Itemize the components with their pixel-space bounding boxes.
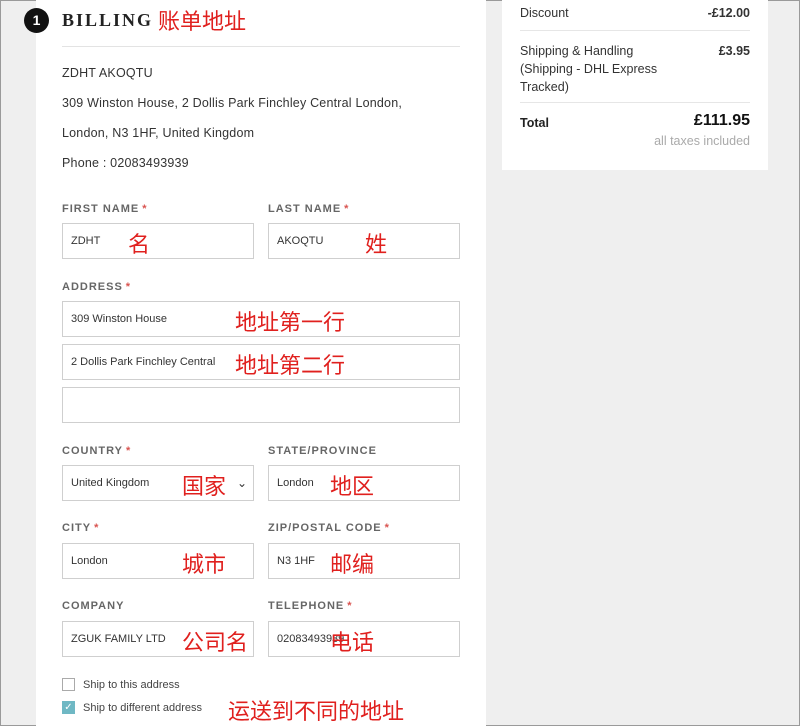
shipping-value: £3.95 — [718, 44, 750, 58]
city-annotation: 城市 — [182, 553, 227, 578]
address-label: ADDRESS * — [62, 281, 132, 293]
summary-divider — [520, 30, 750, 31]
last-name-annotation: 姓 — [365, 233, 388, 258]
shipping-label-line-3: Tracked) — [520, 80, 569, 94]
country-annotation: 国家 — [182, 475, 227, 500]
total-value: £111.95 — [693, 112, 750, 129]
telephone-label: TELEPHONE * — [268, 600, 353, 612]
ship-to-this-address-label: Ship to this address — [83, 678, 180, 691]
first-name-input[interactable]: ZDHT — [62, 223, 254, 259]
address-line-2: London, N3 1HF, United Kingdom — [62, 126, 255, 140]
first-name-value: ZDHT — [71, 235, 101, 247]
billing-divider — [62, 46, 460, 47]
address-line-2-value: 2 Dollis Park Finchley Central — [71, 356, 216, 368]
address-line-1-annotation: 地址第一行 — [235, 311, 346, 336]
company-value: ZGUK FAMILY LTD — [71, 633, 166, 645]
ship-to-different-address-option[interactable]: ✓ Ship to different address — [62, 701, 202, 714]
tax-note: all taxes included — [654, 134, 750, 148]
zip-value: N3 1HF — [277, 555, 315, 567]
city-value: London — [71, 555, 108, 567]
company-label: COMPANY — [62, 600, 125, 612]
discount-label: Discount — [520, 6, 569, 20]
shipping-label-line-2: (Shipping - DHL Express — [520, 62, 658, 76]
city-label: CITY * — [62, 522, 100, 534]
zip-annotation: 邮编 — [330, 553, 375, 578]
address-phone: Phone : 02083493939 — [62, 156, 189, 170]
billing-title-annotation: 账单地址 — [158, 10, 247, 35]
step-number-badge: 1 — [24, 8, 49, 33]
address-line-1: 309 Winston House, 2 Dollis Park Finchle… — [62, 96, 403, 110]
first-name-annotation: 名 — [128, 233, 151, 258]
ship-to-this-address-checkbox[interactable] — [62, 678, 75, 691]
ship-to-this-address-option[interactable]: Ship to this address — [62, 678, 180, 691]
last-name-label: LAST NAME * — [268, 203, 350, 215]
discount-value: -£12.00 — [707, 6, 750, 20]
billing-title: BILLING — [62, 10, 154, 30]
state-label: STATE/PROVINCE — [268, 445, 377, 457]
discount-row: Discount -£12.00 — [520, 6, 750, 20]
state-value: London — [277, 477, 314, 489]
country-value: United Kingdom — [71, 477, 150, 489]
telephone-annotation: 电话 — [330, 631, 375, 656]
first-name-label: FIRST NAME * — [62, 203, 148, 215]
ship-to-different-address-label: Ship to different address — [83, 701, 203, 714]
address-name: ZDHT AKOQTU — [62, 66, 153, 80]
zip-label: ZIP/POSTAL CODE * — [268, 522, 390, 534]
chevron-down-icon: ⌄ — [236, 476, 247, 490]
country-label: COUNTRY * — [62, 445, 132, 457]
ship-to-different-address-checkbox[interactable]: ✓ — [62, 701, 75, 714]
ship-different-annotation: 运送到不同的地址 — [228, 700, 405, 725]
last-name-input[interactable]: AKOQTU — [268, 223, 460, 259]
address-line-1-value: 309 Winston House — [71, 313, 167, 325]
summary-divider — [520, 102, 750, 103]
shipping-label-line-1: Shipping & Handling — [520, 44, 634, 58]
check-icon: ✓ — [64, 701, 73, 713]
address-line-3-input[interactable] — [62, 387, 460, 423]
address-line-2-annotation: 地址第二行 — [235, 354, 346, 379]
last-name-value: AKOQTU — [277, 235, 324, 247]
shipping-row: Shipping & Handling (Shipping - DHL Expr… — [520, 42, 750, 96]
company-annotation: 公司名 — [182, 631, 249, 656]
state-annotation: 地区 — [330, 475, 375, 500]
